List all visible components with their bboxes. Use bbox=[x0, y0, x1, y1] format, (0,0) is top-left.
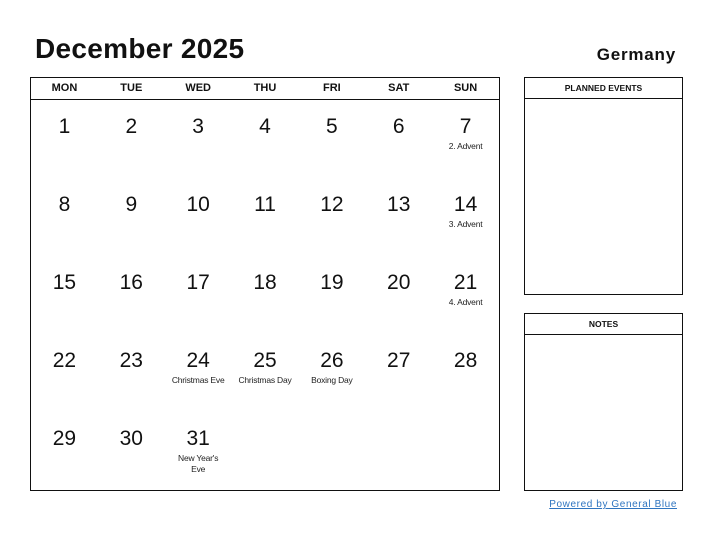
day-number: 5 bbox=[326, 115, 338, 138]
day-number: 24 bbox=[186, 349, 210, 372]
day-cell: 9 bbox=[98, 178, 165, 256]
day-number: 27 bbox=[387, 349, 411, 372]
week-row: 8 9 10 11 12 13 14 3. Advent bbox=[31, 178, 499, 256]
day-cell: 8 bbox=[31, 178, 98, 256]
country-label: Germany bbox=[596, 45, 676, 64]
holiday-label: Boxing Day bbox=[311, 375, 353, 385]
day-cell: 10 bbox=[165, 178, 232, 256]
day-cell: 18 bbox=[232, 256, 299, 334]
day-number: 29 bbox=[52, 427, 77, 450]
day-number: 21 bbox=[453, 271, 478, 294]
day-number: 18 bbox=[253, 271, 277, 294]
weekday-header-row: MON TUE WED THU FRI SAT SUN bbox=[31, 78, 499, 100]
notes-heading: NOTES bbox=[525, 314, 682, 335]
holiday-label: New Year's Eve bbox=[178, 453, 219, 474]
day-number: 20 bbox=[387, 271, 411, 294]
weekday-wed: WED bbox=[185, 82, 211, 94]
holiday-label: 3. Advent bbox=[448, 219, 483, 229]
holiday-label: Christmas Eve bbox=[171, 375, 225, 385]
day-cell: 21 4. Advent bbox=[432, 256, 499, 334]
week-row: 22 23 24 Christmas Eve 25 Christmas Day 26 Boxi… bbox=[31, 334, 499, 412]
day-number: 26 bbox=[320, 349, 344, 372]
day-number: 3 bbox=[192, 115, 204, 138]
weekday-tue: TUE bbox=[120, 82, 143, 94]
holiday-label: 2. Advent bbox=[448, 141, 483, 151]
powered-by-link[interactable]: Powered by General Blue bbox=[549, 499, 677, 510]
day-number: 11 bbox=[254, 193, 276, 216]
day-cell: 28 bbox=[432, 334, 499, 412]
day-number: 10 bbox=[186, 193, 210, 216]
day-cell: 19 bbox=[298, 256, 365, 334]
day-cell: 23 bbox=[98, 334, 165, 412]
day-cell: 29 bbox=[31, 412, 98, 490]
day-number: 30 bbox=[119, 427, 143, 450]
day-cell: 17 bbox=[165, 256, 232, 334]
day-number: 6 bbox=[392, 115, 405, 138]
day-number: 17 bbox=[186, 271, 210, 294]
day-number: 7 bbox=[459, 115, 472, 138]
day-number: 9 bbox=[125, 193, 138, 216]
empty-day-cell bbox=[232, 412, 299, 490]
holiday-label: Christmas Day bbox=[238, 375, 292, 385]
day-number: 28 bbox=[453, 349, 478, 372]
day-cell: 20 bbox=[365, 256, 432, 334]
day-number: 31 bbox=[186, 427, 210, 450]
weeks-container: 1 2 3 4 5 6 7 2. Advent 8 9 10 11 12 13 14 3. Advent 15 1… bbox=[31, 100, 499, 490]
day-number: 19 bbox=[320, 271, 344, 294]
planned-events-panel: PLANNED EVENTS bbox=[524, 77, 683, 295]
day-number: 13 bbox=[387, 193, 411, 216]
empty-day-cell bbox=[298, 412, 365, 490]
weekday-fri: FRI bbox=[323, 82, 341, 94]
day-number: 2 bbox=[125, 115, 138, 138]
day-number: 22 bbox=[52, 349, 77, 372]
page-title: December 2025 bbox=[35, 33, 245, 64]
day-cell: 27 bbox=[365, 334, 432, 412]
day-cell: 26 Boxing Day bbox=[298, 334, 365, 412]
day-number: 15 bbox=[52, 271, 77, 294]
notes-panel: NOTES bbox=[524, 313, 683, 491]
day-cell: 1 bbox=[31, 100, 98, 178]
week-row: 29 30 31 New Year's Eve bbox=[31, 412, 499, 490]
day-number: 16 bbox=[119, 271, 143, 294]
weekday-thu: THU bbox=[253, 82, 277, 94]
day-cell: 11 bbox=[232, 178, 299, 256]
calendar-grid: MON TUE WED THU FRI SAT SUN 1 2 3 4 5 6 7 2. Ad… bbox=[30, 77, 500, 491]
day-cell: 16 bbox=[98, 256, 165, 334]
weekday-sun: SUN bbox=[453, 82, 478, 94]
day-cell: 24 Christmas Eve bbox=[165, 334, 232, 412]
empty-day-cell bbox=[432, 412, 499, 490]
empty-day-cell bbox=[365, 412, 432, 490]
day-cell: 30 bbox=[98, 412, 165, 490]
weekday-mon: MON bbox=[51, 82, 78, 94]
day-number: 12 bbox=[320, 193, 344, 216]
day-cell: 2 bbox=[98, 100, 165, 178]
day-number: 25 bbox=[253, 349, 277, 372]
holiday-label: 4. Advent bbox=[448, 297, 483, 307]
day-cell: 7 2. Advent bbox=[432, 100, 499, 178]
day-cell: 13 bbox=[365, 178, 432, 256]
day-cell: 25 Christmas Day bbox=[232, 334, 299, 412]
weekday-sat: SAT bbox=[388, 82, 410, 94]
day-number: 1 bbox=[58, 115, 71, 138]
day-cell: 12 bbox=[298, 178, 365, 256]
day-cell: 15 bbox=[31, 256, 98, 334]
week-row: 1 2 3 4 5 6 7 2. Advent bbox=[31, 100, 499, 178]
day-cell: 6 bbox=[365, 100, 432, 178]
day-number: 4 bbox=[259, 115, 271, 138]
day-cell: 3 bbox=[165, 100, 232, 178]
day-number: 23 bbox=[119, 349, 143, 372]
planned-events-heading: PLANNED EVENTS bbox=[525, 78, 682, 99]
day-cell: 31 New Year's Eve bbox=[165, 412, 232, 490]
day-cell: 22 bbox=[31, 334, 98, 412]
day-number: 14 bbox=[453, 193, 478, 216]
day-cell: 4 bbox=[232, 100, 299, 178]
day-number: 8 bbox=[58, 193, 71, 216]
week-row: 15 16 17 18 19 20 21 4. Advent bbox=[31, 256, 499, 334]
day-cell: 14 3. Advent bbox=[432, 178, 499, 256]
day-cell: 5 bbox=[298, 100, 365, 178]
